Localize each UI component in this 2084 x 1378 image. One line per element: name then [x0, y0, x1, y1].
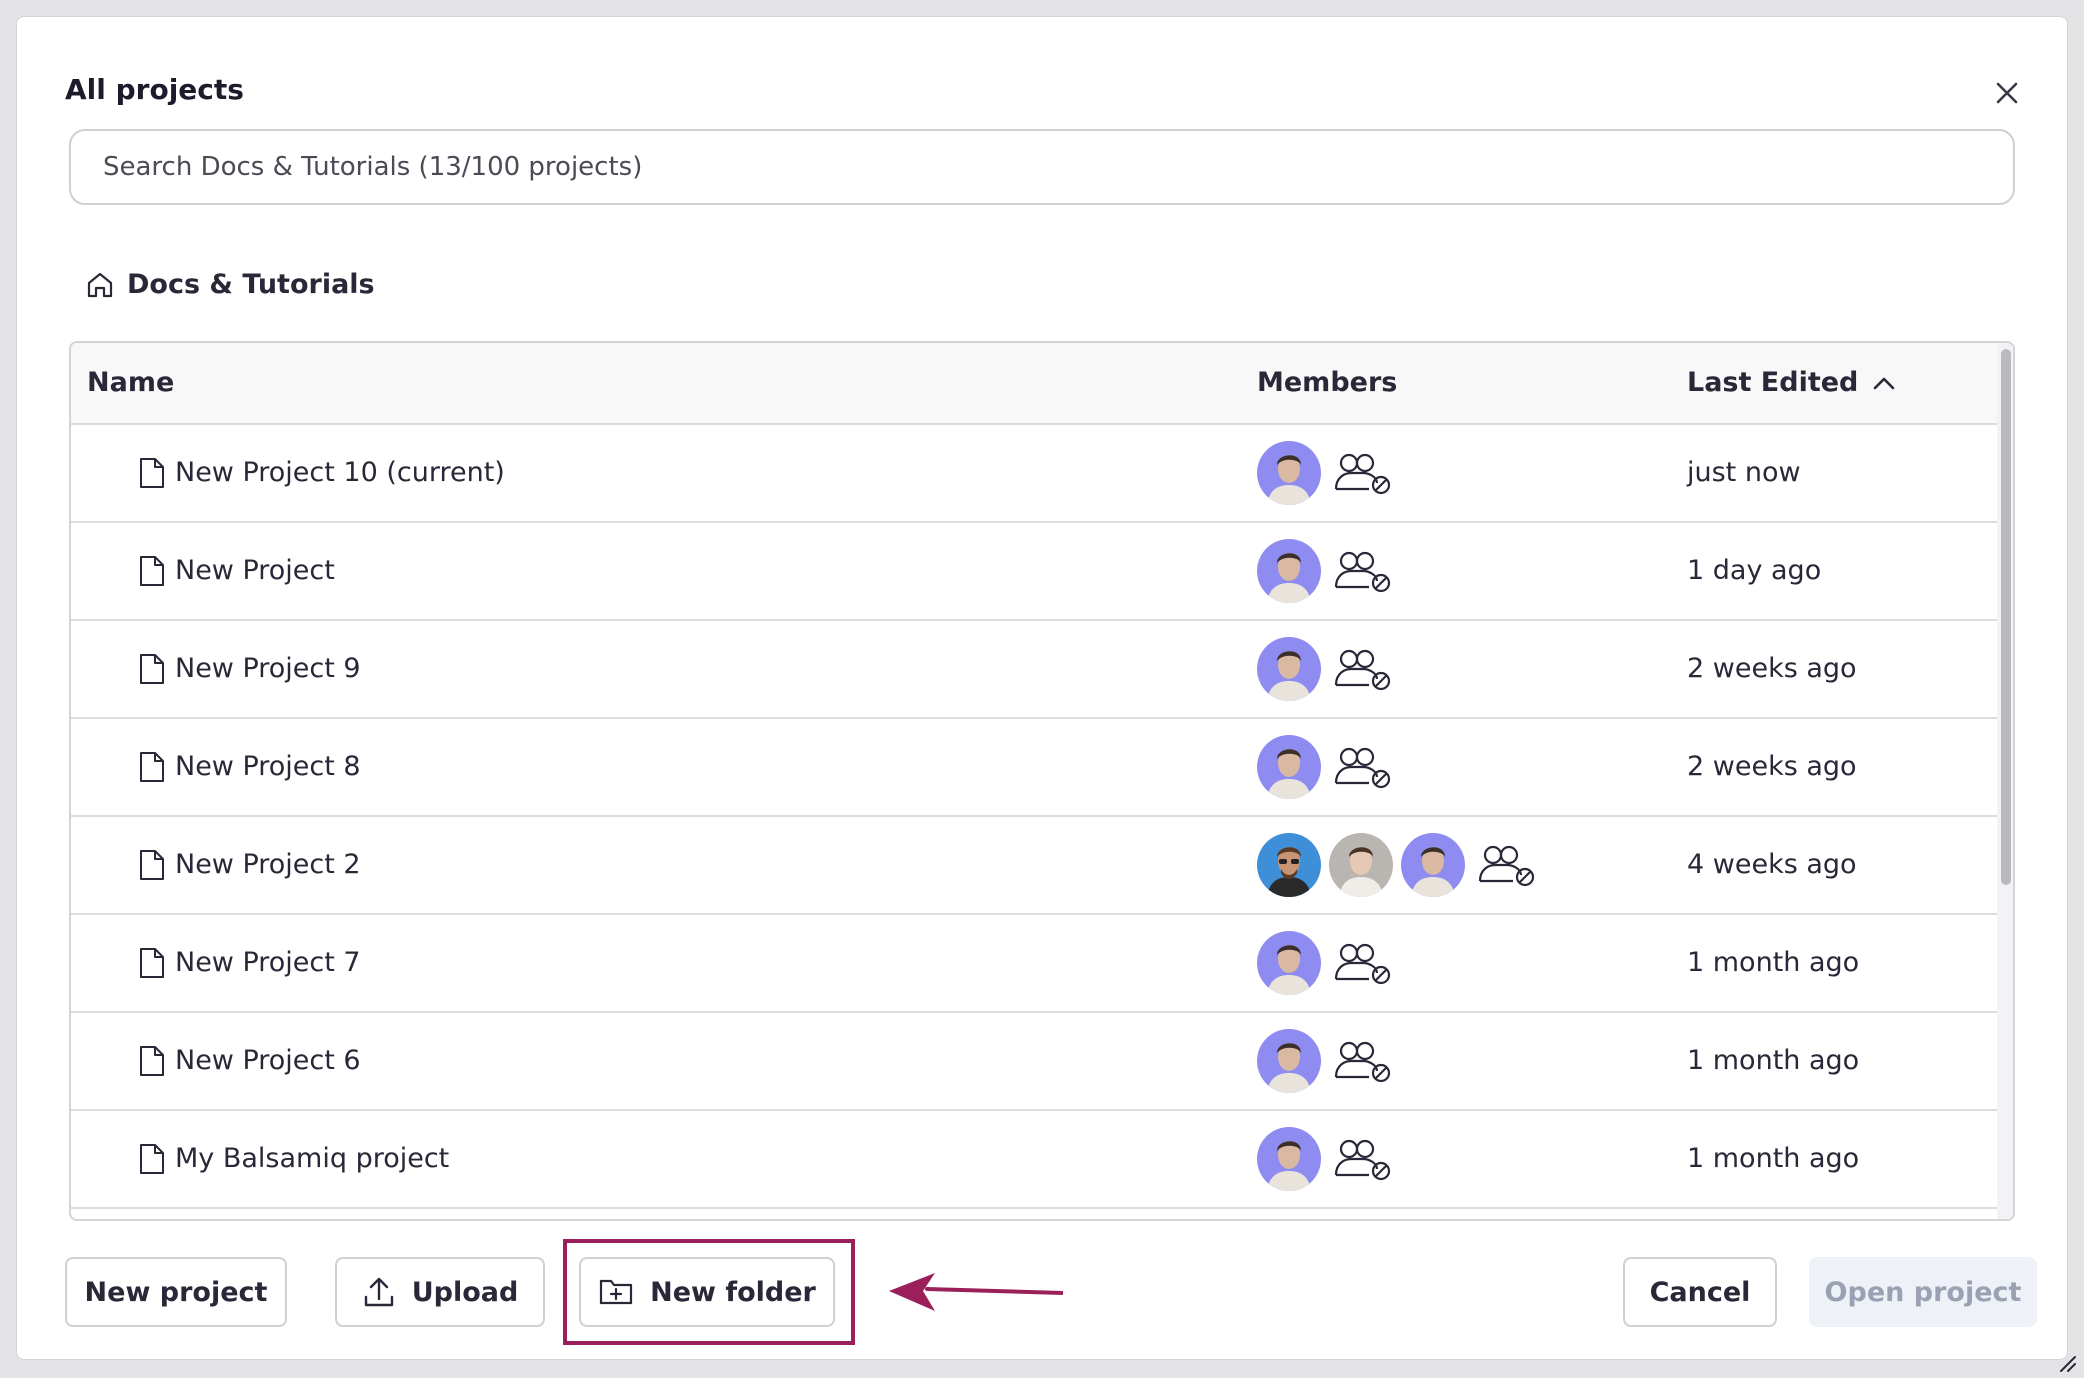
home-icon — [87, 272, 113, 297]
users-no-share-icon — [1333, 549, 1393, 593]
users-no-share-icon — [1333, 647, 1393, 691]
cancel-button-label: Cancel — [1649, 1276, 1751, 1308]
project-members — [1257, 441, 1393, 505]
cancel-button[interactable]: Cancel — [1623, 1257, 1777, 1327]
avatar — [1401, 833, 1465, 897]
project-members — [1257, 539, 1393, 603]
last-edited: 1 month ago — [1687, 1143, 1860, 1174]
projects-table: Name Members Last Edited New Project 10 … — [69, 341, 2015, 1221]
last-edited: just now — [1687, 457, 1801, 488]
users-no-share-icon — [1333, 1039, 1393, 1083]
table-row[interactable]: New Project 2 4 weeks ago — [71, 817, 2001, 915]
last-edited: 1 day ago — [1687, 555, 1822, 586]
project-name: New Project 9 — [175, 653, 361, 684]
table-row[interactable]: New Project 9 2 weeks ago — [71, 621, 2001, 719]
project-members — [1257, 833, 1537, 897]
column-header-name[interactable]: Name — [87, 367, 174, 398]
project-members — [1257, 1127, 1393, 1191]
last-edited: 1 month ago — [1687, 1045, 1860, 1076]
table-row[interactable]: New Project 7 1 month ago — [71, 915, 2001, 1013]
last-edited: 2 weeks ago — [1687, 653, 1857, 684]
project-name: New Project 6 — [175, 1045, 361, 1076]
open-project-button-label: Open project — [1824, 1276, 2022, 1308]
table-body: New Project 10 (current) just now New Proj… — [71, 425, 2001, 1209]
project-members — [1257, 931, 1393, 995]
avatar — [1329, 833, 1393, 897]
project-name: New Project — [175, 555, 335, 586]
project-members — [1257, 637, 1393, 701]
resize-handle-icon[interactable] — [2057, 1353, 2077, 1373]
file-icon — [139, 1045, 165, 1077]
column-header-last-edited[interactable]: Last Edited — [1687, 367, 1896, 398]
file-icon — [139, 555, 165, 587]
upload-button-label: Upload — [411, 1276, 519, 1308]
scrollbar-thumb[interactable] — [2001, 349, 2011, 885]
last-edited: 2 weeks ago — [1687, 751, 1857, 782]
column-header-members[interactable]: Members — [1257, 367, 1397, 398]
table-row[interactable]: New Project 10 (current) just now — [71, 425, 2001, 523]
new-project-button-label: New project — [84, 1276, 268, 1308]
file-icon — [139, 653, 165, 685]
annotation-arrow-icon — [889, 1273, 1063, 1311]
new-project-button[interactable]: New project — [65, 1257, 287, 1327]
column-header-last-edited-label: Last Edited — [1687, 367, 1859, 398]
users-no-share-icon — [1333, 1137, 1393, 1181]
avatar — [1257, 539, 1321, 603]
table-row[interactable]: New Project 1 day ago — [71, 523, 2001, 621]
avatar — [1257, 833, 1321, 897]
project-name: New Project 8 — [175, 751, 361, 782]
project-members — [1257, 735, 1393, 799]
search-input[interactable] — [69, 129, 2015, 205]
chevron-up-icon — [1874, 377, 1895, 389]
open-project-button[interactable]: Open project — [1809, 1257, 2037, 1327]
avatar — [1257, 931, 1321, 995]
project-name: New Project 7 — [175, 947, 361, 978]
file-icon — [139, 947, 165, 979]
avatar — [1257, 441, 1321, 505]
table-header: Name Members Last Edited — [71, 343, 2001, 425]
scrollbar[interactable] — [1997, 343, 2013, 1219]
file-icon — [139, 751, 165, 783]
last-edited: 4 weeks ago — [1687, 849, 1857, 880]
table-row[interactable]: New Project 8 2 weeks ago — [71, 719, 2001, 817]
avatar — [1257, 1029, 1321, 1093]
project-name: New Project 2 — [175, 849, 361, 880]
table-row[interactable]: New Project 6 1 month ago — [71, 1013, 2001, 1111]
avatar — [1257, 735, 1321, 799]
breadcrumb-label: Docs & Tutorials — [127, 269, 375, 300]
breadcrumb[interactable]: Docs & Tutorials — [85, 269, 375, 300]
file-icon — [139, 1143, 165, 1175]
last-edited: 1 month ago — [1687, 947, 1860, 978]
avatar — [1257, 1127, 1321, 1191]
project-name: New Project 10 (current) — [175, 457, 505, 488]
close-icon — [1996, 82, 2018, 104]
project-members — [1257, 1029, 1393, 1093]
avatar — [1257, 637, 1321, 701]
users-no-share-icon — [1333, 941, 1393, 985]
new-folder-highlight-box — [563, 1239, 855, 1345]
table-row[interactable]: My Balsamiq project 1 month ago — [71, 1111, 2001, 1209]
file-icon — [139, 849, 165, 881]
dialog-title: All projects — [65, 73, 244, 106]
upload-button[interactable]: Upload — [335, 1257, 545, 1327]
users-no-share-icon — [1333, 745, 1393, 789]
project-name: My Balsamiq project — [175, 1143, 450, 1174]
file-icon — [139, 457, 165, 489]
upload-icon — [364, 1277, 393, 1307]
close-button[interactable] — [1993, 79, 2021, 107]
users-no-share-icon — [1477, 843, 1537, 887]
users-no-share-icon — [1333, 451, 1393, 495]
all-projects-dialog: All projects Docs & Tutorials Name Membe… — [16, 16, 2076, 1372]
